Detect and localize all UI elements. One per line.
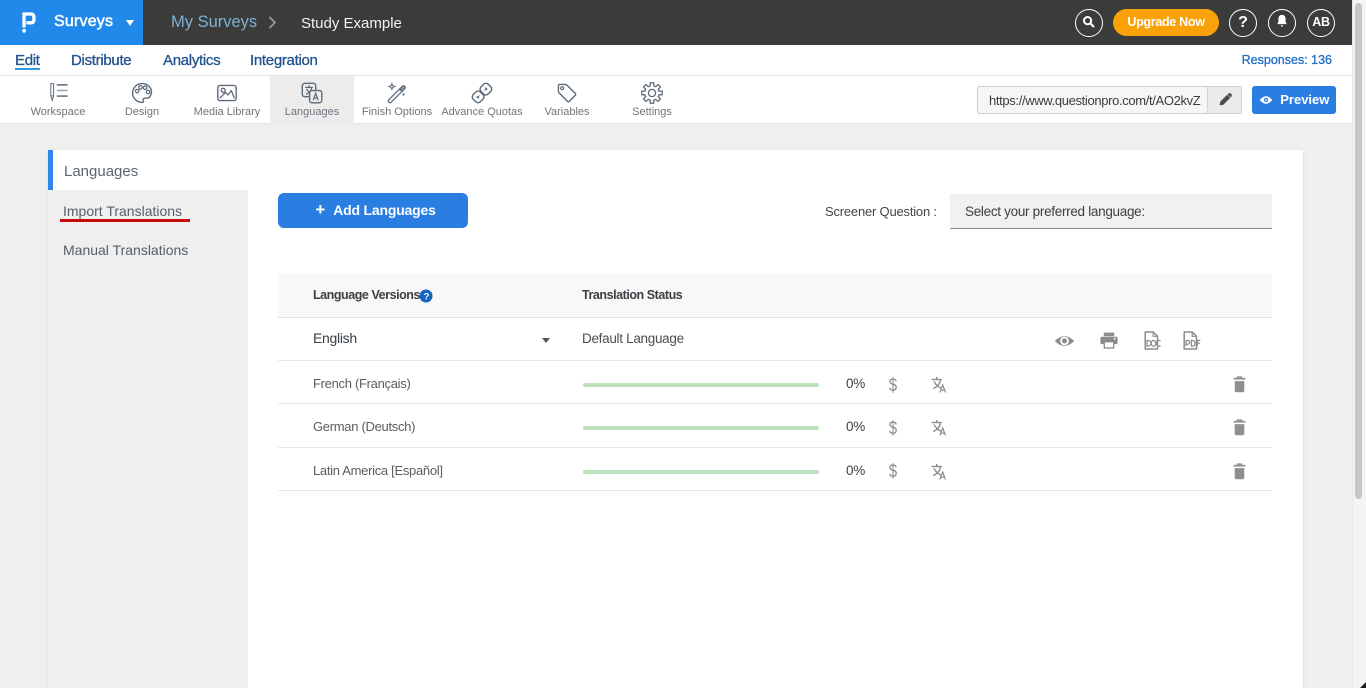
svg-text:?: ? — [424, 291, 430, 302]
